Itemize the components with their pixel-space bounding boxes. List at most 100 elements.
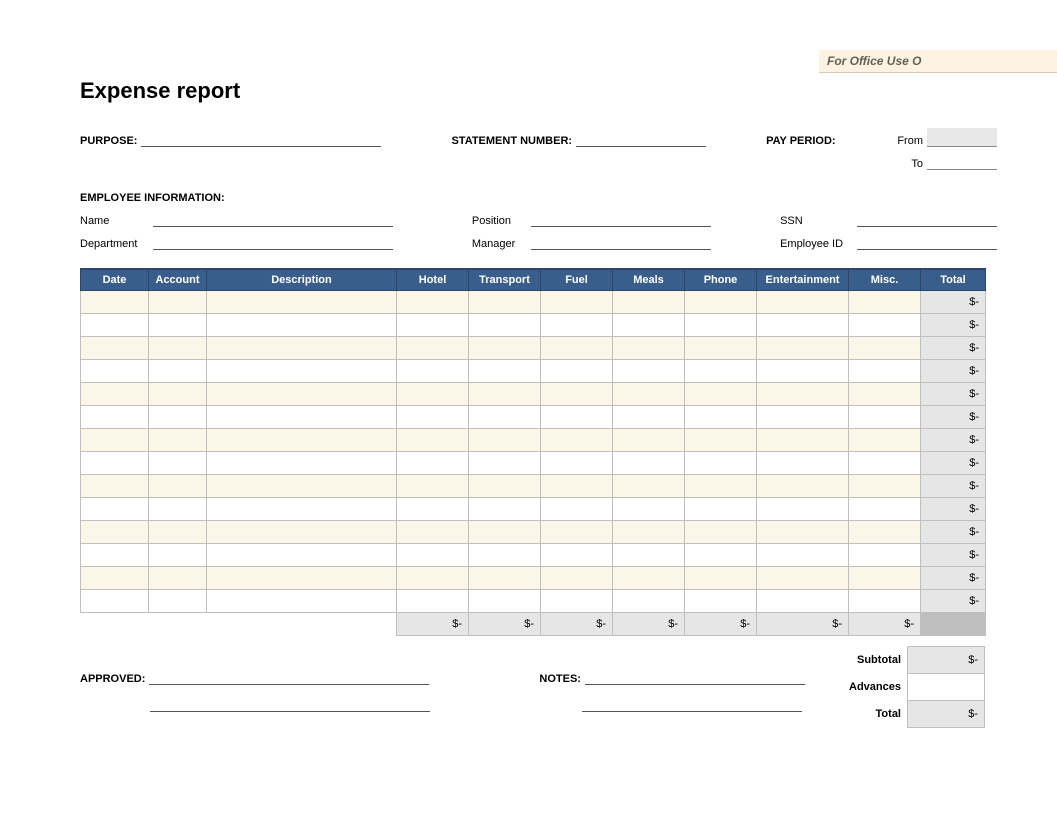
table-cell[interactable] <box>613 590 685 613</box>
statement-number-input[interactable] <box>576 130 706 147</box>
table-cell[interactable] <box>613 360 685 383</box>
table-cell[interactable] <box>207 498 397 521</box>
table-cell[interactable] <box>149 498 207 521</box>
table-cell[interactable] <box>149 590 207 613</box>
table-cell[interactable] <box>397 590 469 613</box>
table-cell[interactable] <box>613 452 685 475</box>
table-cell[interactable] <box>757 406 849 429</box>
table-cell[interactable] <box>149 406 207 429</box>
table-cell[interactable] <box>685 429 757 452</box>
table-cell[interactable] <box>757 475 849 498</box>
table-cell[interactable] <box>81 567 149 590</box>
table-cell[interactable] <box>757 544 849 567</box>
table-cell[interactable] <box>849 291 921 314</box>
table-cell[interactable] <box>397 291 469 314</box>
table-cell[interactable] <box>81 406 149 429</box>
table-cell[interactable] <box>469 544 541 567</box>
table-cell[interactable] <box>397 360 469 383</box>
purpose-input[interactable] <box>141 130 381 147</box>
ssn-input[interactable] <box>857 210 997 227</box>
table-cell[interactable] <box>469 406 541 429</box>
table-cell[interactable] <box>685 475 757 498</box>
table-cell[interactable] <box>685 544 757 567</box>
table-cell[interactable] <box>849 544 921 567</box>
table-cell[interactable] <box>541 429 613 452</box>
table-cell[interactable] <box>207 590 397 613</box>
table-cell[interactable] <box>849 498 921 521</box>
table-cell[interactable] <box>541 475 613 498</box>
table-cell[interactable] <box>469 291 541 314</box>
table-cell[interactable] <box>397 337 469 360</box>
table-cell[interactable] <box>81 544 149 567</box>
table-cell[interactable] <box>757 360 849 383</box>
table-cell[interactable] <box>757 429 849 452</box>
table-cell[interactable] <box>541 567 613 590</box>
table-cell[interactable] <box>849 521 921 544</box>
table-cell[interactable] <box>207 383 397 406</box>
table-cell[interactable] <box>81 429 149 452</box>
table-cell[interactable] <box>149 567 207 590</box>
advances-value[interactable] <box>908 674 985 701</box>
table-cell[interactable] <box>849 567 921 590</box>
table-cell[interactable] <box>849 383 921 406</box>
table-cell[interactable] <box>469 383 541 406</box>
table-cell[interactable] <box>849 429 921 452</box>
table-cell[interactable] <box>81 360 149 383</box>
table-cell[interactable] <box>757 337 849 360</box>
table-cell[interactable] <box>397 567 469 590</box>
table-cell[interactable] <box>757 590 849 613</box>
table-cell[interactable] <box>685 314 757 337</box>
table-cell[interactable] <box>397 452 469 475</box>
approved-input-1[interactable] <box>149 668 429 685</box>
table-cell[interactable] <box>541 590 613 613</box>
table-cell[interactable] <box>397 406 469 429</box>
table-cell[interactable] <box>207 360 397 383</box>
table-cell[interactable] <box>149 383 207 406</box>
table-cell[interactable] <box>207 406 397 429</box>
table-cell[interactable] <box>541 498 613 521</box>
table-cell[interactable] <box>541 291 613 314</box>
department-input[interactable] <box>153 233 393 250</box>
table-cell[interactable] <box>469 314 541 337</box>
table-cell[interactable] <box>81 498 149 521</box>
pay-from-input[interactable] <box>927 128 997 147</box>
table-cell[interactable] <box>849 475 921 498</box>
table-cell[interactable] <box>207 337 397 360</box>
table-cell[interactable] <box>849 590 921 613</box>
table-cell[interactable] <box>685 383 757 406</box>
table-cell[interactable] <box>757 521 849 544</box>
table-cell[interactable] <box>81 383 149 406</box>
table-cell[interactable] <box>207 452 397 475</box>
table-cell[interactable] <box>81 337 149 360</box>
table-cell[interactable] <box>207 567 397 590</box>
table-cell[interactable] <box>149 452 207 475</box>
table-cell[interactable] <box>613 521 685 544</box>
table-cell[interactable] <box>849 360 921 383</box>
table-cell[interactable] <box>849 452 921 475</box>
table-cell[interactable] <box>397 498 469 521</box>
table-cell[interactable] <box>757 498 849 521</box>
table-cell[interactable] <box>469 521 541 544</box>
table-cell[interactable] <box>397 429 469 452</box>
employee-id-input[interactable] <box>857 233 997 250</box>
table-cell[interactable] <box>81 314 149 337</box>
table-cell[interactable] <box>757 291 849 314</box>
table-cell[interactable] <box>685 406 757 429</box>
table-cell[interactable] <box>207 475 397 498</box>
table-cell[interactable] <box>397 314 469 337</box>
table-cell[interactable] <box>149 291 207 314</box>
table-cell[interactable] <box>685 360 757 383</box>
table-cell[interactable] <box>397 544 469 567</box>
pay-to-input[interactable] <box>927 151 997 170</box>
table-cell[interactable] <box>469 360 541 383</box>
table-cell[interactable] <box>541 360 613 383</box>
table-cell[interactable] <box>613 498 685 521</box>
table-cell[interactable] <box>81 590 149 613</box>
table-cell[interactable] <box>207 521 397 544</box>
table-cell[interactable] <box>149 475 207 498</box>
table-cell[interactable] <box>149 360 207 383</box>
position-input[interactable] <box>531 210 711 227</box>
notes-input-2[interactable] <box>582 695 802 712</box>
table-cell[interactable] <box>397 475 469 498</box>
table-cell[interactable] <box>541 452 613 475</box>
